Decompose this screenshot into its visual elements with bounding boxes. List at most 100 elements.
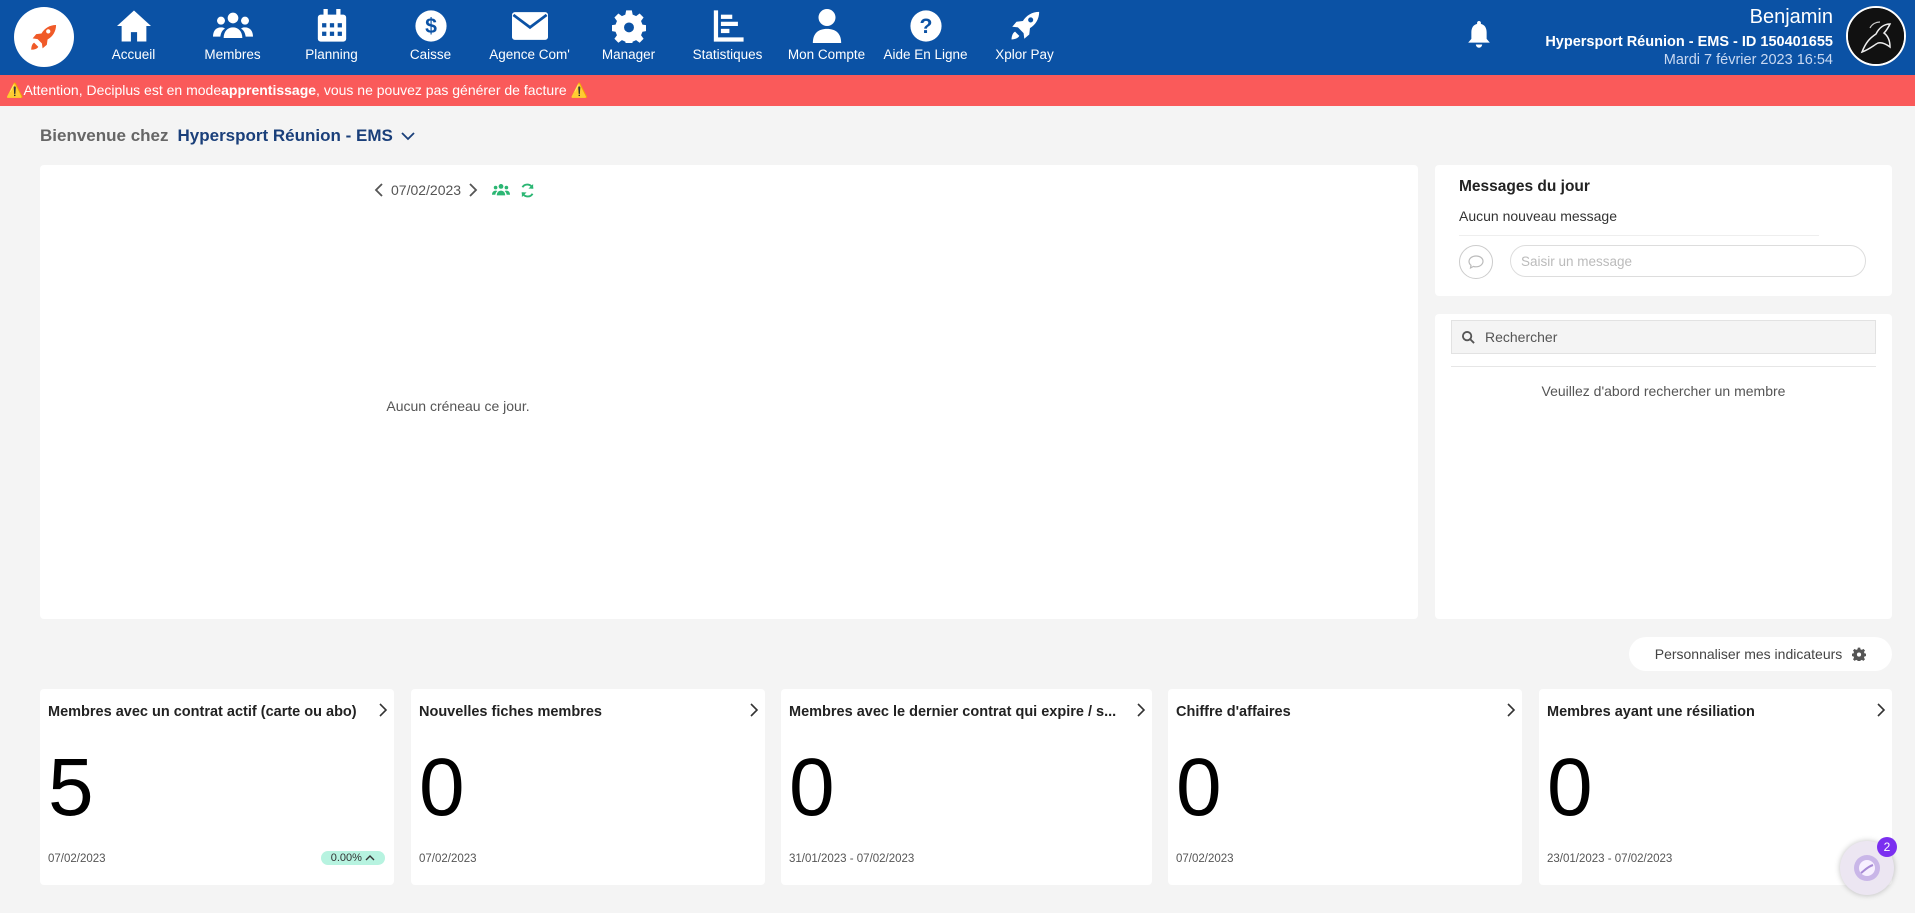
avatar[interactable]	[1846, 6, 1906, 66]
indicator-title: Membres ayant une résiliation	[1547, 704, 1755, 720]
users-filter-icon[interactable]	[492, 183, 511, 197]
indicator-card[interactable]: Nouvelles fiches membres 0 07/02/2023	[411, 689, 765, 885]
app-logo[interactable]	[14, 7, 74, 67]
indicator-value: 5	[48, 742, 94, 833]
user-icon	[812, 9, 841, 43]
indicator-title: Membres avec un contrat actif (carte ou …	[48, 704, 357, 720]
warning-icon: ⚠️	[6, 82, 24, 98]
planning-card: 07/02/2023 Aucun créneau ce jour.	[40, 165, 1418, 619]
indicator-card[interactable]: Membres ayant une résiliation 0 23/01/20…	[1539, 689, 1892, 885]
nav-xplor-pay[interactable]: Xplor Pay	[975, 0, 1074, 75]
nav-aide-en-ligne[interactable]: ? Aide En Ligne	[876, 0, 975, 75]
user-name: Benjamin	[1749, 6, 1833, 28]
gear-icon	[1852, 647, 1867, 661]
rocket-icon	[1011, 11, 1039, 40]
chat-badge: 2	[1877, 837, 1897, 857]
nav-label: Xplor Pay	[995, 47, 1054, 62]
club-selector[interactable]: Hypersport Réunion - EMS	[178, 126, 393, 146]
indicator-card[interactable]: Membres avec un contrat actif (carte ou …	[40, 689, 394, 885]
indicator-date: 07/02/2023	[419, 853, 477, 865]
calendar-icon	[317, 9, 346, 42]
nav-label: Aide En Ligne	[883, 47, 968, 62]
warning-icon: ⚠️	[570, 82, 588, 98]
search-icon	[1462, 330, 1475, 344]
indicator-value: 0	[789, 742, 835, 833]
messages-empty-text: Aucun nouveau message	[1459, 208, 1617, 224]
chat-assistant-icon	[1854, 855, 1880, 881]
planning-empty-text: Aucun créneau ce jour.	[386, 398, 530, 414]
rocket-logo-icon	[31, 24, 57, 50]
envelope-icon	[511, 12, 548, 40]
indicator-trend-badge: 0.00%	[320, 851, 385, 865]
nav-membres[interactable]: Membres	[183, 0, 282, 75]
customize-indicators-button[interactable]: Personnaliser mes indicateurs	[1629, 637, 1892, 671]
indicator-pct: 0.00%	[330, 852, 362, 864]
nav-accueil[interactable]: Accueil	[84, 0, 183, 75]
user-club: Hypersport Réunion - EMS - ID 150401655	[1545, 34, 1833, 50]
message-bubble-icon	[1459, 245, 1493, 279]
member-search-box[interactable]	[1451, 320, 1876, 354]
chevron-down-icon[interactable]	[401, 131, 415, 141]
svg-text:$: $	[425, 14, 437, 38]
welcome-label: Bienvenue chez	[40, 126, 169, 145]
refresh-icon[interactable]	[520, 183, 535, 198]
nav-mon-compte[interactable]: Mon Compte	[777, 0, 876, 75]
nav-label: Agence Com'	[489, 47, 570, 62]
nav-label: Manager	[601, 47, 656, 62]
indicator-value: 0	[419, 742, 465, 833]
chat-launcher-button[interactable]: 2	[1840, 837, 1897, 895]
nav-label: Caisse	[409, 47, 452, 62]
warning-suffix: , vous ne pouvez pas générer de facture	[316, 82, 567, 98]
warning-mode: apprentissage	[221, 82, 317, 98]
indicator-value: 0	[1547, 742, 1593, 833]
chevron-right-icon[interactable]	[749, 703, 759, 717]
indicator-card[interactable]: Membres avec le dernier contrat qui expi…	[781, 689, 1152, 885]
customize-label: Personnaliser mes indicateurs	[1654, 646, 1843, 662]
user-info[interactable]: Benjamin Hypersport Réunion - EMS - ID 1…	[1545, 6, 1833, 68]
nav-label: Mon Compte	[787, 47, 866, 62]
planning-date-nav: 07/02/2023	[374, 182, 535, 198]
bar-chart-icon	[713, 10, 744, 42]
indicator-title: Chiffre d'affaires	[1176, 704, 1291, 720]
home-icon	[116, 10, 151, 42]
chevron-right-icon[interactable]	[378, 703, 388, 717]
indicator-title: Membres avec le dernier contrat qui expi…	[789, 704, 1117, 720]
messages-title: Messages du jour	[1459, 178, 1590, 195]
top-navbar: Accueil Membres Planning $ Caisse Agence…	[0, 0, 1915, 75]
notifications-bell[interactable]	[1464, 20, 1494, 50]
indicator-date: 07/02/2023	[1176, 853, 1234, 865]
member-search-input[interactable]	[1485, 329, 1865, 345]
indicator-value: 0	[1176, 742, 1222, 833]
dollar-icon: $	[414, 10, 447, 42]
planning-date[interactable]: 07/02/2023	[391, 182, 461, 198]
gear-icon	[611, 10, 646, 43]
warning-prefix: Attention, Deciplus est en mode	[23, 82, 222, 98]
avatar-image-icon	[1848, 8, 1904, 64]
users-icon	[212, 12, 253, 38]
bell-icon	[1468, 21, 1490, 48]
divider	[1451, 366, 1876, 367]
messages-card: Messages du jour Aucun nouveau message	[1435, 165, 1892, 296]
indicator-date: 07/02/2023	[48, 853, 106, 865]
chevron-up-icon	[365, 855, 375, 861]
chevron-right-icon[interactable]	[1876, 703, 1886, 717]
chevron-right-icon[interactable]	[1136, 703, 1146, 717]
svg-text:?: ?	[919, 14, 932, 38]
nav-manager[interactable]: Manager	[579, 0, 678, 75]
nav-caisse[interactable]: $ Caisse	[381, 0, 480, 75]
nav-planning[interactable]: Planning	[282, 0, 381, 75]
question-icon: ?	[909, 10, 942, 42]
message-input[interactable]	[1510, 245, 1866, 277]
indicator-date: 31/01/2023 - 07/02/2023	[789, 853, 915, 865]
nav-agence-com[interactable]: Agence Com'	[480, 0, 579, 75]
indicator-card[interactable]: Chiffre d'affaires 0 07/02/2023	[1168, 689, 1522, 885]
main-nav: Accueil Membres Planning $ Caisse Agence…	[84, 0, 1074, 75]
current-datetime: Mardi 7 février 2023 16:54	[1663, 52, 1833, 68]
indicator-title: Nouvelles fiches membres	[419, 704, 602, 720]
chevron-left-icon[interactable]	[374, 183, 384, 197]
chevron-right-icon[interactable]	[468, 183, 478, 197]
nav-statistiques[interactable]: Statistiques	[678, 0, 777, 75]
indicator-date: 23/01/2023 - 07/02/2023	[1547, 853, 1673, 865]
learning-mode-warning: ⚠️Attention, Deciplus est en modeapprent…	[0, 75, 1915, 106]
chevron-right-icon[interactable]	[1506, 703, 1516, 717]
